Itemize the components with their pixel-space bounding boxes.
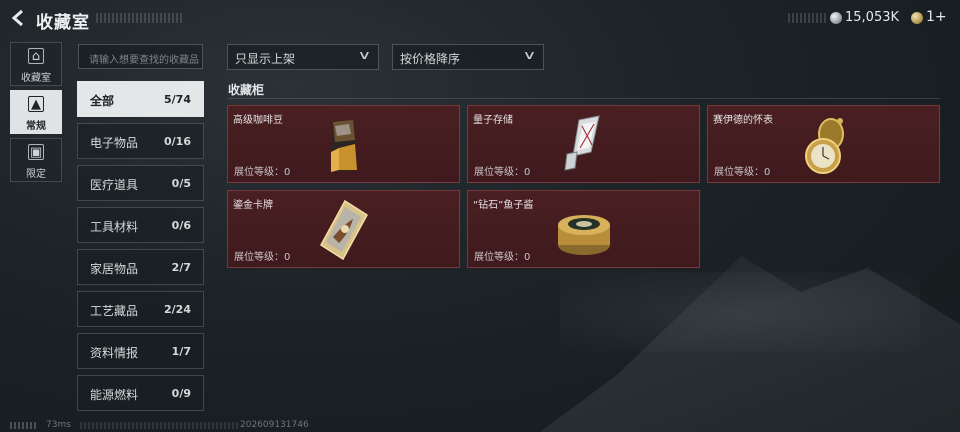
nav-collection-room[interactable]: ⌂ 收藏室 xyxy=(10,42,62,86)
category-tools[interactable]: 工具材料 0/6 xyxy=(77,207,204,243)
build-number: 202609131746 xyxy=(240,420,309,430)
silver-coin-icon xyxy=(830,12,842,24)
status-footer: 73ms 202609131746 xyxy=(0,420,960,432)
shelf-filter-value: 只显示上架 xyxy=(235,52,296,66)
category-energy[interactable]: 能源燃料 0/9 xyxy=(77,375,204,411)
background-mist xyxy=(560,272,920,352)
nav-regular[interactable]: ▲ 常规 xyxy=(10,90,62,134)
usb-drive-icon xyxy=(563,115,600,171)
item-name: 赛伊德的怀表 xyxy=(713,115,773,126)
item-card-gilded-card[interactable]: 鎏金卡牌 展位等级：0 xyxy=(227,190,460,268)
category-name: 能源燃料 xyxy=(90,388,139,402)
category-count: 0/9 xyxy=(171,387,191,400)
currency-decoration xyxy=(788,13,828,23)
category-crafts[interactable]: 工艺藏品 2/24 xyxy=(77,291,204,327)
item-name: 高级咖啡豆 xyxy=(233,115,283,126)
category-electronics[interactable]: 电子物品 0/16 xyxy=(77,123,204,159)
category-name: 工艺藏品 xyxy=(90,304,139,318)
item-level: 展位等级：0 xyxy=(474,252,531,263)
shelf-filter-dropdown[interactable]: 只显示上架 ∨ xyxy=(227,44,379,70)
category-count: 0/6 xyxy=(171,219,191,232)
top-bar: 收藏室 15,053K 1+ xyxy=(0,0,960,36)
category-intel[interactable]: 资料情报 1/7 xyxy=(77,333,204,369)
category-name: 医疗道具 xyxy=(90,178,139,192)
item-level: 展位等级：0 xyxy=(234,252,291,263)
item-name: 鎏金卡牌 xyxy=(233,200,273,211)
sort-value: 按价格降序 xyxy=(400,52,461,66)
section-title: 收藏柜 xyxy=(228,83,265,97)
nav-label: 收藏室 xyxy=(21,73,51,84)
item-card-caviar[interactable]: “钻石”鱼子酱 展位等级：0 xyxy=(467,190,700,268)
item-level: 展位等级：0 xyxy=(234,167,291,178)
category-name: 电子物品 xyxy=(90,136,139,150)
item-card-pocket-watch[interactable]: 赛伊德的怀表 展位等级：0 xyxy=(707,105,940,183)
nav-label: 限定 xyxy=(26,169,46,180)
category-name: 资料情报 xyxy=(90,346,139,360)
item-card-coffee[interactable]: 高级咖啡豆 展位等级：0 xyxy=(227,105,460,183)
category-count: 5/74 xyxy=(164,93,191,106)
chevron-down-icon: ∨ xyxy=(522,48,537,62)
category-name: 家居物品 xyxy=(90,262,139,276)
pocket-watch-icon xyxy=(804,118,844,174)
nav-label: 常规 xyxy=(26,121,46,132)
category-name: 工具材料 xyxy=(90,220,139,234)
title-decoration xyxy=(96,13,182,23)
item-name: 量子存储 xyxy=(473,115,513,126)
nav-limited[interactable]: ▣ 限定 xyxy=(10,138,62,182)
item-name: “钻石”鱼子酱 xyxy=(473,200,534,211)
item-card-quantum-storage[interactable]: 量子存储 展位等级：0 xyxy=(467,105,700,183)
silver-currency-amount: 15,053K xyxy=(845,10,900,25)
page-title: 收藏室 xyxy=(36,13,90,33)
category-count: 2/24 xyxy=(164,303,191,316)
image-icon: ▲ xyxy=(28,96,44,112)
category-count: 0/5 xyxy=(171,177,191,190)
category-household[interactable]: 家居物品 2/7 xyxy=(77,249,204,285)
category-count: 0/16 xyxy=(164,135,191,148)
limited-image-icon: ▣ xyxy=(28,144,44,160)
ping-value: 73ms xyxy=(46,420,71,430)
category-count: 2/7 xyxy=(171,261,191,274)
coffee-bag-icon xyxy=(330,120,357,172)
gold-currency-amount[interactable]: 1+ xyxy=(926,9,947,25)
item-level: 展位等级：0 xyxy=(714,167,771,178)
section-divider xyxy=(228,98,940,99)
gilded-card-icon xyxy=(319,199,368,261)
back-arrow-icon[interactable] xyxy=(8,8,30,28)
category-all[interactable]: 全部 5/74 xyxy=(77,81,204,117)
footer-decoration xyxy=(80,422,240,429)
category-name: 全部 xyxy=(90,94,115,108)
caviar-tin-icon xyxy=(557,215,610,255)
category-count: 1/7 xyxy=(171,345,191,358)
sort-dropdown[interactable]: 按价格降序 ∨ xyxy=(392,44,544,70)
category-medical[interactable]: 医疗道具 0/5 xyxy=(77,165,204,201)
item-level: 展位等级：0 xyxy=(474,167,531,178)
chevron-down-icon: ∨ xyxy=(357,48,372,62)
gold-coin-icon xyxy=(911,12,923,24)
collection-icon: ⌂ xyxy=(28,48,44,64)
signal-icon xyxy=(10,422,38,429)
search-input[interactable]: 请输入想要查找的收藏品 xyxy=(78,44,203,69)
